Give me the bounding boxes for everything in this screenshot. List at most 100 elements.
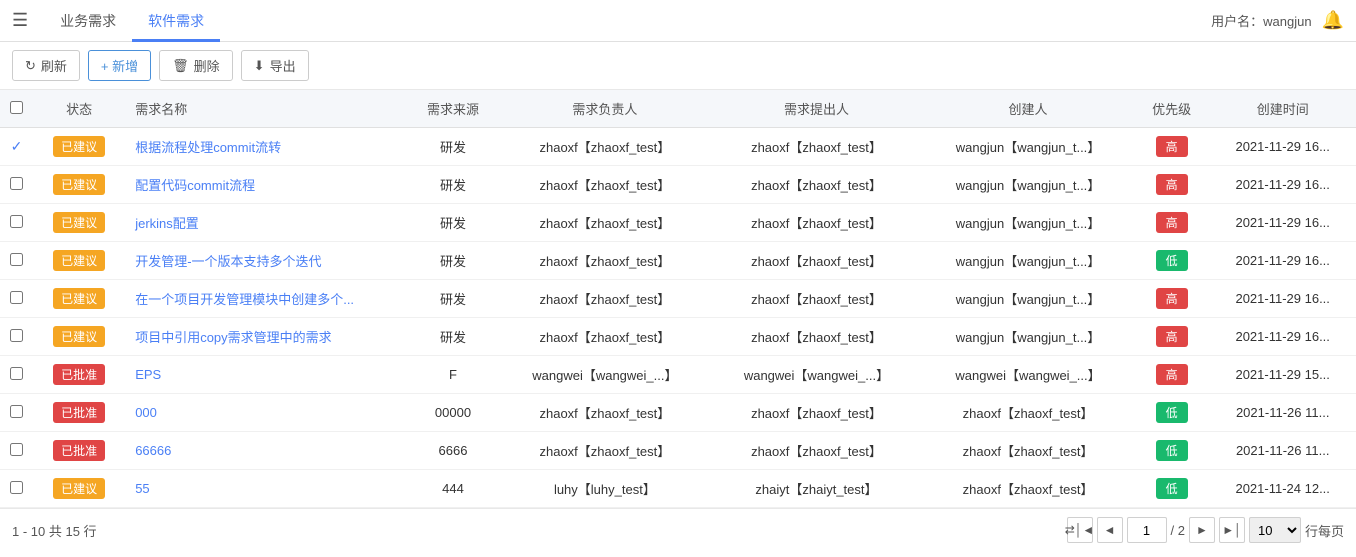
tab-software[interactable]: 软件需求 (132, 0, 220, 42)
status-badge: 已建议 (53, 174, 105, 195)
row-name-link[interactable]: 开发管理-一个版本支持多个迭代 (135, 254, 321, 269)
add-button[interactable]: + 新增 (88, 50, 151, 81)
tab-business[interactable]: 业务需求 (44, 0, 132, 42)
row-priority: 低 (1134, 242, 1210, 280)
row-name[interactable]: 配置代码commit流程 (125, 166, 407, 204)
row-checkbox-cell (0, 166, 33, 204)
table-row: 已批准00000000zhaoxf【zhaoxf_test】zhaoxf【zha… (0, 394, 1356, 432)
table-container: 状态 需求名称 需求来源 需求负责人 需求提出人 创建人 优先级 创建时间 ✓ 已… (0, 90, 1356, 508)
row-source: F (407, 356, 499, 394)
priority-badge: 高 (1156, 288, 1188, 309)
priority-badge: 高 (1156, 326, 1188, 347)
row-name[interactable]: EPS (125, 356, 407, 394)
footer: 1 - 10 共 15 行 ⇄│◄ ◄ / 2 ► ►│ 10 20 50 10… (0, 508, 1356, 551)
select-all-checkbox[interactable] (10, 101, 23, 114)
delete-button[interactable]: 🗑 删除 (159, 50, 233, 81)
row-name-link[interactable]: 根据流程处理commit流转 (135, 140, 281, 155)
row-name-link[interactable]: 66666 (135, 443, 171, 458)
row-creator: wangjun【wangjun_t...】 (922, 318, 1134, 356)
row-assignee: zhaoxf【zhaoxf_test】 (499, 318, 711, 356)
row-source: 444 (407, 470, 499, 508)
row-name-link[interactable]: 配置代码commit流程 (135, 178, 255, 193)
row-checkbox-cell (0, 470, 33, 508)
table-row: 已建议开发管理-一个版本支持多个迭代研发zhaoxf【zhaoxf_test】z… (0, 242, 1356, 280)
row-name-link[interactable]: jerkins配置 (135, 216, 199, 231)
row-priority: 高 (1134, 356, 1210, 394)
row-checkbox-cell (0, 242, 33, 280)
row-source: 00000 (407, 394, 499, 432)
row-name[interactable]: 在一个项目开发管理模块中创建多个... (125, 280, 407, 318)
col-creator: 创建人 (922, 90, 1134, 128)
row-name-link[interactable]: 55 (135, 481, 149, 496)
status-badge: 已建议 (53, 136, 105, 157)
row-created: 2021-11-29 16... (1209, 280, 1356, 318)
row-assignee: zhaoxf【zhaoxf_test】 (499, 280, 711, 318)
row-status: 已建议 (33, 242, 125, 280)
row-name[interactable]: 66666 (125, 432, 407, 470)
row-checkbox[interactable] (10, 291, 23, 304)
row-source: 研发 (407, 280, 499, 318)
requirements-table: 状态 需求名称 需求来源 需求负责人 需求提出人 创建人 优先级 创建时间 ✓ 已… (0, 90, 1356, 508)
row-status: 已建议 (33, 166, 125, 204)
table-row: 已建议55444luhy【luhy_test】zhaiyt【zhaiyt_tes… (0, 470, 1356, 508)
row-checkbox[interactable] (10, 481, 23, 494)
row-status: 已建议 (33, 470, 125, 508)
status-badge: 已建议 (53, 326, 105, 347)
row-name-link[interactable]: 000 (135, 405, 157, 420)
row-checkbox-cell (0, 280, 33, 318)
row-checkbox-cell: ✓ (0, 128, 33, 166)
menu-icon[interactable]: ☰ (12, 10, 28, 31)
status-badge: 已建议 (53, 288, 105, 309)
row-name-link[interactable]: 在一个项目开发管理模块中创建多个... (135, 292, 354, 307)
export-icon: ⬇ (254, 58, 265, 74)
row-source: 研发 (407, 128, 499, 166)
row-name[interactable]: 55 (125, 470, 407, 508)
page-next-button[interactable]: ► (1189, 517, 1215, 543)
row-creator: wangjun【wangjun_t...】 (922, 128, 1134, 166)
row-submitter: zhaiyt【zhaiyt_test】 (711, 470, 923, 508)
bell-icon[interactable]: 🔔 (1322, 10, 1344, 31)
status-badge: 已建议 (53, 212, 105, 233)
row-name[interactable]: 根据流程处理commit流转 (125, 128, 407, 166)
row-source: 研发 (407, 242, 499, 280)
page-input[interactable] (1127, 517, 1167, 543)
row-submitter: zhaoxf【zhaoxf_test】 (711, 166, 923, 204)
per-page-label: 行每页 (1305, 521, 1344, 540)
status-badge: 已批准 (53, 440, 105, 461)
refresh-button[interactable]: ↻ 刷新 (12, 50, 80, 81)
row-priority: 高 (1134, 204, 1210, 242)
row-checkbox-cell (0, 356, 33, 394)
row-created: 2021-11-24 12... (1209, 470, 1356, 508)
page-prev-button[interactable]: ◄ (1097, 517, 1123, 543)
row-checkbox[interactable] (10, 405, 23, 418)
username-label: 用户名：wangjun (1211, 11, 1311, 30)
footer-summary: 1 - 10 共 15 行 (12, 521, 97, 540)
per-page-select[interactable]: 10 20 50 100 (1249, 517, 1301, 543)
row-checkbox[interactable] (10, 253, 23, 266)
table-header-row: 状态 需求名称 需求来源 需求负责人 需求提出人 创建人 优先级 创建时间 (0, 90, 1356, 128)
row-name-link[interactable]: EPS (135, 367, 161, 382)
col-assignee: 需求负责人 (499, 90, 711, 128)
row-created: 2021-11-26 11... (1209, 394, 1356, 432)
row-name[interactable]: 项目中引用copy需求管理中的需求 (125, 318, 407, 356)
page-first-button[interactable]: ⇄│◄ (1067, 517, 1093, 543)
row-creator: wangjun【wangjun_t...】 (922, 280, 1134, 318)
row-name[interactable]: 开发管理-一个版本支持多个迭代 (125, 242, 407, 280)
row-name-link[interactable]: 项目中引用copy需求管理中的需求 (135, 330, 331, 345)
row-priority: 低 (1134, 432, 1210, 470)
row-checkbox[interactable] (10, 329, 23, 342)
row-checkbox[interactable] (10, 215, 23, 228)
row-name[interactable]: 000 (125, 394, 407, 432)
row-checked-icon[interactable]: ✓ (11, 138, 23, 154)
row-checkbox[interactable] (10, 443, 23, 456)
row-name[interactable]: jerkins配置 (125, 204, 407, 242)
row-status: 已批准 (33, 356, 125, 394)
status-badge: 已批准 (53, 364, 105, 385)
row-checkbox[interactable] (10, 177, 23, 190)
page-last-button[interactable]: ►│ (1219, 517, 1245, 543)
export-button[interactable]: ⬇ 导出 (241, 50, 309, 81)
row-creator: wangjun【wangjun_t...】 (922, 242, 1134, 280)
priority-badge: 低 (1156, 478, 1188, 499)
row-checkbox[interactable] (10, 367, 23, 380)
col-name: 需求名称 (125, 90, 407, 128)
